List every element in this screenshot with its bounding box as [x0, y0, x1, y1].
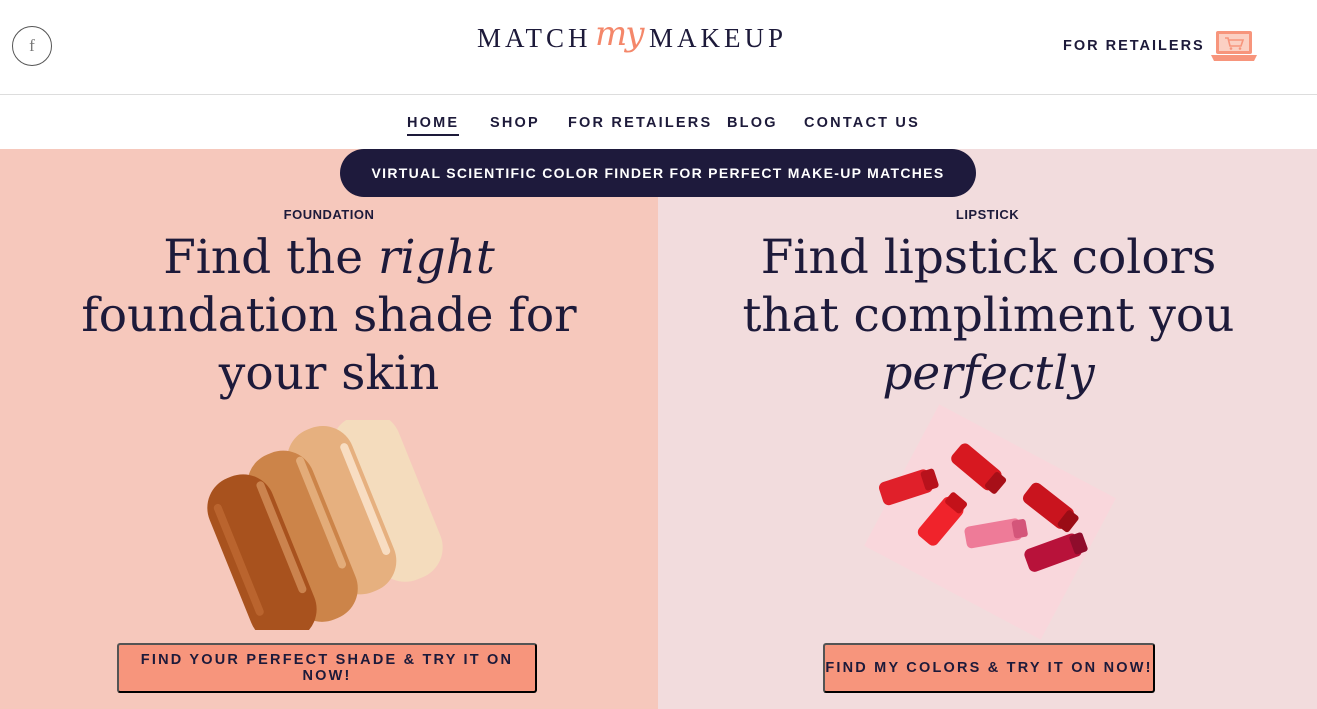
nav-for-retailers[interactable]: FOR RETAILERS — [568, 115, 712, 131]
lipstick-headline-line2: that compliment you — [742, 288, 1235, 343]
nav-blog[interactable]: BLOG — [727, 115, 778, 131]
lipstick-headline: Find lipstick colors that compliment you… — [690, 229, 1287, 403]
laptop-cart-icon[interactable] — [1211, 30, 1257, 62]
foundation-headline: Find the right foundation shade for your… — [40, 229, 618, 403]
foundation-headline-line2: foundation shade for — [81, 288, 577, 343]
nav-shop[interactable]: SHOP — [490, 115, 540, 131]
logo-text-left: MATCH — [477, 23, 592, 53]
lipstick-headline-em: perfectly — [882, 346, 1095, 401]
site-header: f MATCH my MAKEUP FOR RETAILERS — [0, 0, 1317, 95]
nav-home[interactable]: HOME — [407, 115, 460, 136]
logo-text-script: my — [595, 14, 644, 54]
facebook-icon[interactable]: f — [12, 26, 52, 66]
find-shade-button[interactable]: FIND YOUR PERFECT SHADE & TRY IT ON NOW! — [117, 643, 537, 693]
nav-contact-us[interactable]: CONTACT US — [804, 115, 920, 131]
foundation-headline-em: right — [378, 230, 495, 285]
foundation-headline-line3: your skin — [218, 346, 440, 401]
site-logo[interactable]: MATCH my MAKEUP — [477, 14, 783, 74]
main-nav: HOME SHOP FOR RETAILERS BLOG CONTACT US — [0, 95, 1317, 149]
find-colors-button[interactable]: FIND MY COLORS & TRY IT ON NOW! — [823, 643, 1155, 693]
header-retailers-link[interactable]: FOR RETAILERS — [1063, 38, 1205, 54]
lipstick-kicker: LIPSTICK — [955, 207, 1020, 222]
foundation-kicker: FOUNDATION — [283, 207, 375, 222]
lipsticks-image — [864, 404, 1116, 640]
foundation-swatches-image — [207, 420, 443, 630]
hero-banner: VIRTUAL SCIENTIFIC COLOR FINDER FOR PERF… — [340, 149, 976, 197]
lipstick-headline-line1: Find lipstick colors — [760, 230, 1217, 285]
foundation-headline-part1: Find the — [163, 230, 379, 285]
logo-text-right: MAKEUP — [649, 23, 788, 53]
